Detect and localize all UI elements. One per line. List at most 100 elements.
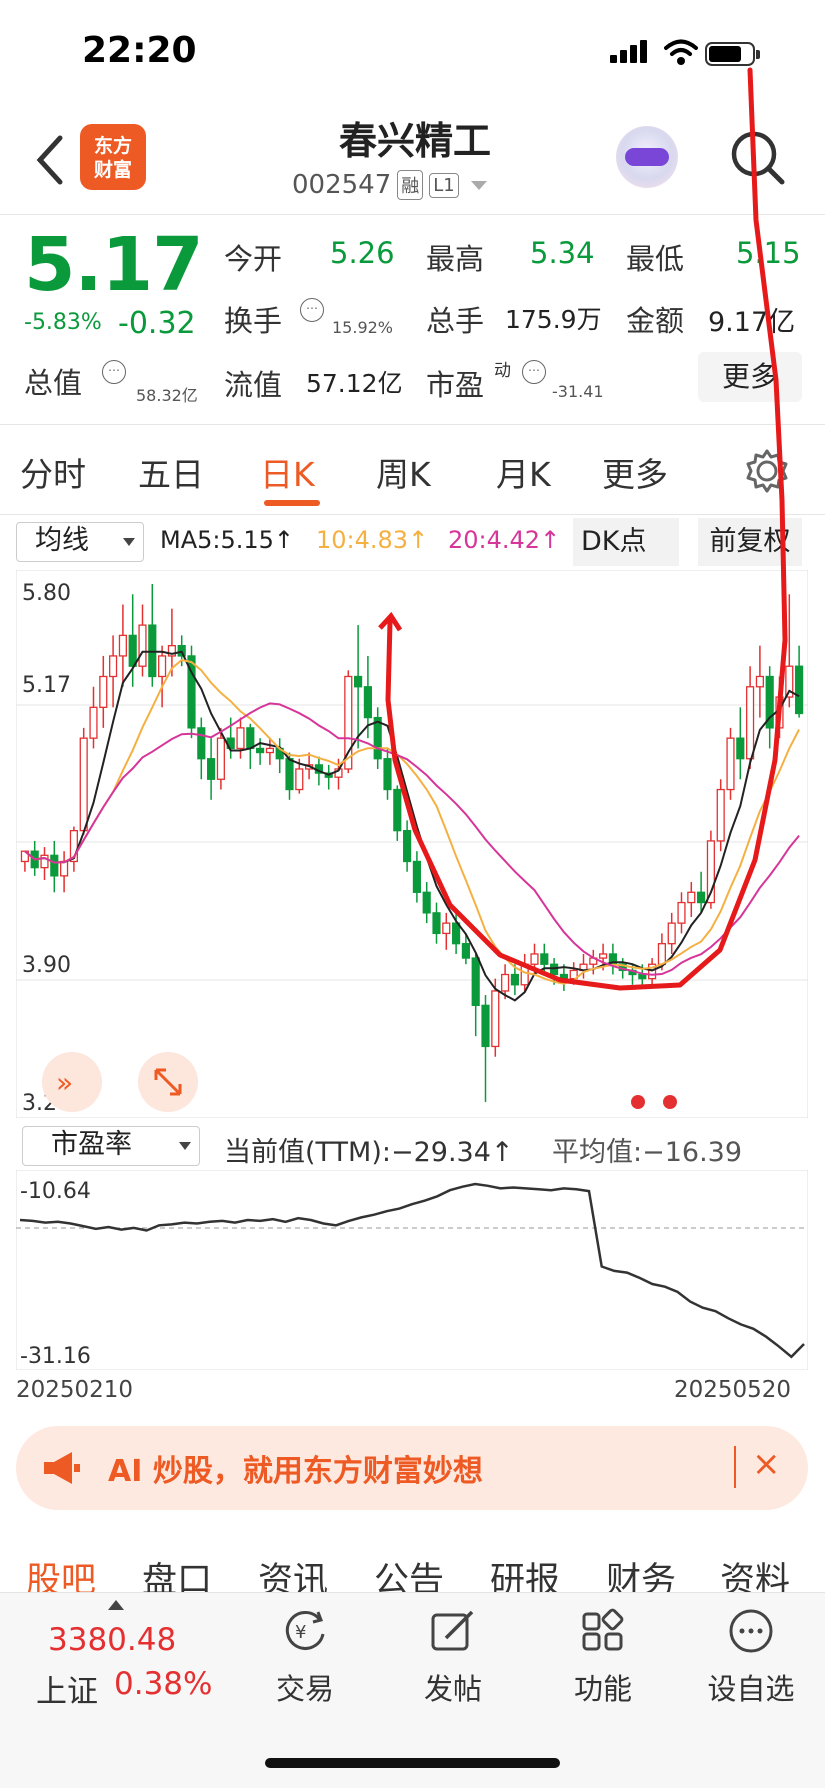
features-icon[interactable] [578, 1606, 628, 1656]
chevron-up-icon[interactable] [108, 1600, 124, 1610]
candle [422, 891, 431, 914]
logo-text-2: 财富 [93, 159, 132, 181]
candle [265, 747, 274, 754]
more-quote-button[interactable]: 更多 [698, 352, 802, 402]
pe-chart[interactable]: -10.64 -31.16 [16, 1170, 808, 1370]
info-icon[interactable]: ⋯ [522, 360, 546, 384]
double-chevron-icon: » [56, 1066, 73, 1099]
more-circle-icon[interactable] [726, 1606, 776, 1656]
candle [236, 727, 245, 750]
mktcap-label: 总值 [24, 366, 83, 400]
back-icon[interactable] [30, 130, 70, 190]
indicator-select[interactable]: 均线 [16, 522, 144, 562]
search-icon[interactable] [728, 128, 788, 188]
candle [687, 891, 696, 904]
candle [755, 675, 764, 688]
candle [550, 963, 559, 976]
tab-daily-k[interactable]: 日K [260, 448, 315, 496]
candle [403, 829, 412, 863]
chevron-down-icon [123, 538, 135, 546]
y-tick-2: 5.17 [22, 673, 71, 698]
nav-trade[interactable]: 交易 [250, 1666, 360, 1708]
info-icon[interactable]: ⋯ [300, 298, 324, 322]
candle [559, 973, 568, 980]
candle [795, 665, 804, 715]
change-value: -0.32 [118, 306, 196, 341]
candle [109, 655, 118, 678]
candle [638, 973, 647, 980]
candle [216, 737, 225, 780]
tab-five-day[interactable]: 五日 [138, 448, 204, 496]
index-name[interactable]: 上证 [36, 1666, 98, 1711]
candle [461, 943, 470, 959]
stock-code: 002547 [292, 170, 392, 200]
ai-assistant-icon[interactable] [616, 126, 678, 188]
date-end: 20250520 [674, 1377, 792, 1403]
candle [452, 922, 461, 945]
index-value[interactable]: 3380.48 [48, 1622, 176, 1658]
tab-more[interactable]: 更多 [602, 448, 668, 496]
volume-label: 总手 [426, 304, 485, 338]
candle [657, 943, 666, 965]
divider [734, 1446, 736, 1488]
candle [736, 737, 745, 760]
dk-point-button[interactable]: DK点 [573, 518, 679, 566]
candle [383, 758, 392, 791]
index-percent[interactable]: 0.38% [114, 1666, 212, 1702]
current-price: 5.17 [24, 222, 204, 308]
date-start: 20250210 [16, 1377, 134, 1403]
close-icon[interactable]: × [752, 1444, 781, 1484]
post-icon[interactable] [428, 1606, 478, 1656]
nav-features[interactable]: 功能 [548, 1666, 658, 1708]
pe-label: 市盈 [426, 368, 485, 402]
ma20-label: 20:4.42↑ [448, 526, 561, 554]
high-label: 最高 [426, 242, 485, 276]
status-time: 22:20 [82, 30, 197, 71]
tab-monthly-k[interactable]: 月K [496, 448, 551, 496]
high-value: 5.34 [530, 236, 595, 270]
trade-icon[interactable]: ¥ [280, 1606, 330, 1656]
candle [295, 768, 304, 791]
candle [746, 686, 755, 760]
candle [354, 675, 363, 688]
info-icon[interactable]: ⋯ [102, 360, 126, 384]
candle [138, 624, 147, 667]
logo-text-1: 东方 [93, 135, 132, 157]
stock-name: 春兴精工 [338, 119, 491, 163]
ma10-line [24, 658, 800, 985]
candle [726, 737, 735, 791]
turnover-value: 15.92% [332, 318, 394, 337]
gear-icon[interactable] [744, 448, 790, 494]
ad-text: AI 炒股，就用东方财富妙想 [108, 1454, 483, 1489]
chevron-down-icon [470, 180, 487, 190]
candle [501, 973, 510, 992]
pe-y-top: -10.64 [20, 1179, 91, 1204]
adjust-price-button[interactable]: 前复权 [698, 518, 802, 566]
tab-weekly-k[interactable]: 周K [376, 448, 431, 496]
mktcap-value: 58.32亿 [136, 386, 198, 405]
candle [442, 922, 451, 935]
nav-post[interactable]: 发帖 [398, 1666, 508, 1708]
tab-intraday[interactable]: 分时 [20, 448, 86, 496]
battery-icon [705, 42, 760, 66]
candle [520, 963, 529, 986]
divider [0, 214, 825, 215]
candlestick-chart[interactable]: 5.80 5.17 3.90 3.27 » [16, 570, 808, 1118]
candle [207, 758, 216, 780]
nav-add-watchlist[interactable]: 设自选 [696, 1666, 806, 1708]
low-value: 5.15 [736, 236, 801, 270]
y-tick-3: 3.90 [22, 953, 71, 978]
candle [158, 655, 167, 678]
pe-current: 当前值(TTM):−29.34↑ [224, 1137, 514, 1168]
stock-code-row[interactable]: 002547 融 L1 [292, 170, 487, 200]
pe-select-label: 市盈率 [51, 1129, 132, 1160]
candle [540, 953, 549, 965]
candle [716, 788, 725, 842]
level-tag: L1 [429, 172, 459, 198]
candle [256, 747, 265, 754]
chevron-down-icon [179, 1142, 191, 1150]
pe-select[interactable]: 市盈率 [22, 1126, 200, 1166]
pe-y-bottom: -31.16 [20, 1344, 91, 1369]
candle [471, 957, 480, 1006]
candle [481, 1004, 490, 1048]
